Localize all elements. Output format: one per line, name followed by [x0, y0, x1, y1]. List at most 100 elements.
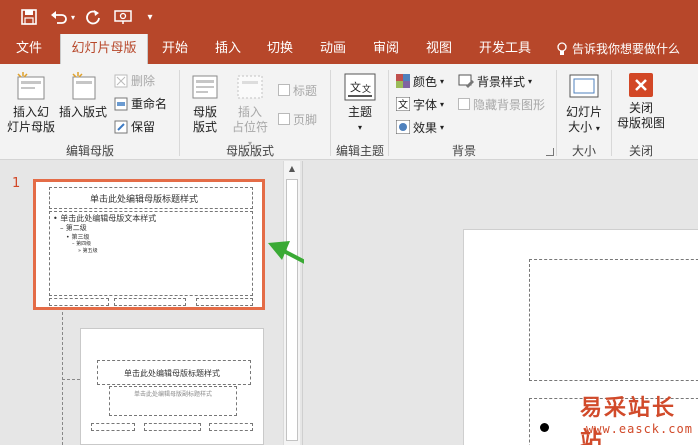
title-placeholder: 单击此处编辑母版标题样式 [49, 187, 253, 209]
tab-review[interactable]: 审阅 [363, 34, 409, 64]
rename-icon [114, 97, 128, 111]
thumbnail-scrollbar[interactable]: ▲ [283, 161, 300, 445]
tab-developer[interactable]: 开发工具 [472, 34, 538, 64]
ribbon-separator [611, 70, 612, 156]
tell-me-search[interactable]: 告诉我你想要做什么 [556, 34, 680, 64]
checkbox-icon [278, 113, 290, 125]
tab-file[interactable]: 文件 [6, 34, 52, 64]
title-placeholder[interactable] [529, 259, 698, 381]
group-label-close: 关闭 [628, 144, 653, 158]
footer-placeholder [144, 423, 201, 431]
slide-size-button[interactable]: 幻灯片 大小 ▾ [561, 72, 607, 136]
watermark-url: www.easck.com [586, 422, 693, 436]
master-layout-label: 母版 版式 [192, 105, 217, 134]
master-title-text: 单击此处编辑母版标题样式 [90, 195, 199, 205]
footer-placeholder [114, 298, 186, 306]
ribbon-separator [388, 70, 389, 156]
body-placeholder: • 单击此处编辑母版文本样式 – 第二级 • 第三级 – 第四级 » 第五级 [49, 211, 253, 296]
date-placeholder [49, 298, 109, 306]
present-icon[interactable] [112, 7, 134, 27]
bullet-icon [540, 423, 549, 432]
colors-label: 颜色 [413, 74, 438, 89]
chevron-down-icon: ▾ [440, 76, 445, 86]
preserve-label: 保留 [131, 119, 156, 134]
slide-number-placeholder [209, 423, 253, 431]
rename-label: 重命名 [131, 96, 168, 111]
preserve-icon [114, 120, 128, 134]
title-checkbox[interactable]: 标题 [278, 81, 317, 99]
master-text-level5: » 第五级 [78, 248, 98, 254]
hide-background-label: 隐藏背景图形 [473, 97, 546, 112]
close-icon [629, 73, 653, 97]
hide-background-checkbox[interactable]: 隐藏背景图形 [458, 95, 545, 113]
svg-text:文: 文 [362, 83, 371, 95]
slide-master-thumbnail[interactable]: 单击此处编辑母版标题样式 • 单击此处编辑母版文本样式 – 第二级 • 第三级 … [33, 179, 265, 310]
title-bar: ▾ ▾ [0, 0, 698, 34]
svg-text:文: 文 [398, 98, 408, 111]
rename-button[interactable]: 重命名 [114, 95, 167, 113]
preserve-button[interactable]: 保留 [114, 118, 155, 136]
tab-view[interactable]: 视图 [416, 34, 462, 64]
scroll-thumb[interactable] [286, 179, 298, 441]
footer-checkbox-label: 页脚 [293, 112, 318, 127]
group-label-background: 背景 [451, 144, 476, 158]
layout-connector [62, 379, 80, 380]
tab-animations[interactable]: 动画 [310, 34, 356, 64]
scroll-up-arrow-icon[interactable]: ▲ [284, 161, 300, 177]
colors-button[interactable]: 颜色 ▾ [396, 72, 444, 90]
effects-icon [396, 120, 410, 134]
ribbon: 插入幻 灯片母版 插入版式 删除 重命名 保留 编辑母版 母版 版式 插入 占位… [0, 64, 698, 160]
slide-size-icon [569, 74, 599, 98]
delete-button[interactable]: 删除 [114, 72, 155, 90]
lightbulb-icon [557, 42, 567, 55]
slide-number-placeholder [196, 298, 253, 306]
background-styles-button[interactable]: 背景样式 ▾ [458, 72, 532, 90]
themes-button[interactable]: 文文 主题 ▾ [340, 72, 380, 135]
group-label-size: 大小 [571, 144, 596, 158]
insert-layout-label: 插入版式 [58, 105, 107, 119]
group-label-master-layout: 母版版式 [225, 144, 274, 158]
group-label-edit-master: 编辑母版 [65, 144, 114, 158]
group-label-edit-theme: 编辑主题 [335, 144, 384, 158]
themes-icon: 文文 [344, 73, 376, 101]
chevron-down-icon: ▾ [595, 124, 600, 133]
close-master-view-button[interactable]: 关闭 母版视图 [614, 72, 668, 131]
master-layout-icon [192, 75, 218, 99]
redo-icon[interactable] [82, 7, 104, 27]
menu-bar: 文件 幻灯片母版 开始 插入 切换 动画 审阅 视图 开发工具 告诉我你想要做什… [0, 34, 698, 64]
footer-checkbox[interactable]: 页脚 [278, 110, 317, 128]
checkbox-icon [278, 84, 290, 96]
ribbon-separator [179, 70, 180, 156]
customize-toolbar-icon[interactable]: ▾ [144, 7, 156, 27]
insert-placeholder-label: 插入 占位符 [231, 105, 268, 134]
undo-dropdown-icon[interactable]: ▾ [68, 7, 78, 27]
subtitle-placeholder: 单击此处编辑母版副标题样式 [109, 386, 237, 416]
insert-placeholder-button[interactable]: 插入 占位符 ▾ [229, 72, 271, 151]
tab-home[interactable]: 开始 [152, 34, 198, 64]
master-text-level4: – 第四级 [72, 241, 92, 247]
close-master-view-label: 关闭 母版视图 [616, 101, 665, 130]
chevron-down-icon: ▾ [528, 76, 533, 86]
tab-transitions[interactable]: 切换 [257, 34, 303, 64]
title-layout-thumbnail[interactable]: 单击此处编辑母版标题样式 单击此处编辑母版副标题样式 [80, 328, 264, 445]
effects-label: 效果 [413, 120, 438, 135]
dialog-launcher-icon[interactable] [546, 148, 554, 156]
title-placeholder: 单击此处编辑母版标题样式 [97, 360, 251, 385]
svg-text:文: 文 [350, 80, 361, 94]
chevron-down-icon: ▾ [440, 99, 445, 109]
tab-slide-master[interactable]: 幻灯片母版 [60, 34, 148, 64]
fonts-button[interactable]: 文 字体 ▾ [396, 95, 444, 113]
insert-slide-master-icon [17, 72, 45, 100]
background-styles-label: 背景样式 [477, 74, 526, 89]
undo-icon[interactable] [48, 7, 70, 27]
insert-slide-master-button[interactable]: 插入幻 灯片母版 [6, 72, 56, 135]
insert-layout-button[interactable]: 插入版式 [57, 72, 109, 120]
effects-button[interactable]: 效果 ▾ [396, 118, 444, 136]
layout-title-text: 单击此处编辑母版标题样式 [124, 369, 220, 378]
tab-insert[interactable]: 插入 [205, 34, 251, 64]
insert-slide-master-label: 插入幻 灯片母版 [6, 105, 55, 134]
background-styles-icon [458, 74, 474, 88]
master-layout-button[interactable]: 母版 版式 [184, 72, 226, 135]
chevron-down-icon: ▾ [357, 123, 362, 132]
save-icon[interactable] [18, 7, 40, 27]
